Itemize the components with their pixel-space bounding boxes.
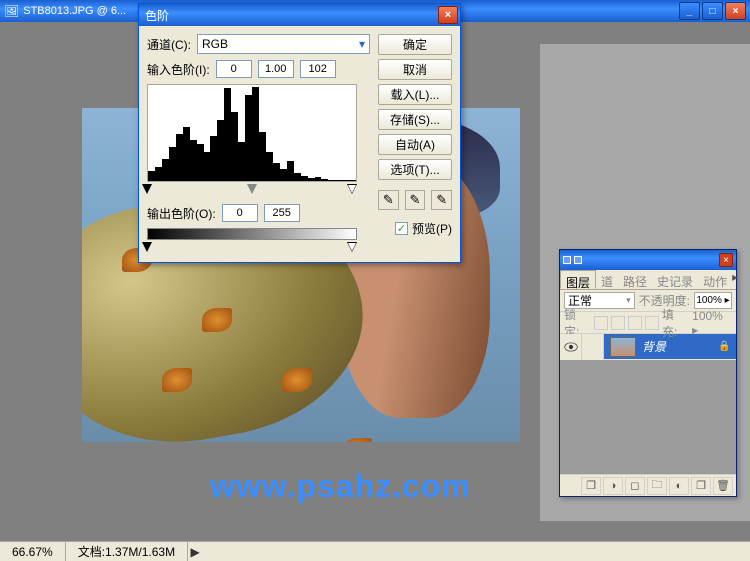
panel-tabs: 图层 道 路径 史记录 动作 ▸ bbox=[560, 270, 736, 290]
delete-layer-icon[interactable]: 🗑 bbox=[713, 477, 733, 495]
levels-dialog: 色阶 × 通道(C): RGB 输入色阶(I): bbox=[138, 3, 461, 263]
lock-all-icon[interactable] bbox=[645, 316, 659, 330]
image-content bbox=[282, 368, 312, 392]
input-black-field[interactable] bbox=[216, 60, 252, 78]
tab-layers[interactable]: 图层 bbox=[560, 270, 596, 289]
layer-row[interactable]: 背景 🔒 bbox=[560, 334, 736, 360]
layers-panel: × 图层 道 路径 史记录 动作 ▸ 正常 不透明度: 100% ▸ 锁定: 填… bbox=[559, 249, 737, 497]
status-arrow-icon[interactable]: ▶ bbox=[188, 545, 202, 559]
histogram-bars bbox=[148, 83, 356, 181]
input-gamma-field[interactable] bbox=[258, 60, 294, 78]
output-levels-label: 输出色阶(O): bbox=[147, 205, 216, 222]
layer-name[interactable]: 背景 bbox=[642, 338, 718, 355]
input-white-field[interactable] bbox=[300, 60, 336, 78]
lock-position-icon[interactable] bbox=[628, 316, 642, 330]
link-cell[interactable] bbox=[582, 334, 604, 360]
opacity-field[interactable]: 100% ▸ bbox=[694, 292, 732, 309]
white-eyedropper-icon[interactable]: ✎ bbox=[431, 190, 452, 210]
tab-channels[interactable]: 道 bbox=[596, 270, 618, 289]
visibility-toggle[interactable] bbox=[560, 334, 582, 360]
layer-style-icon[interactable]: ◑ bbox=[603, 477, 623, 495]
fill-label: 填充: bbox=[662, 306, 689, 340]
tab-actions[interactable]: 动作 bbox=[698, 270, 732, 289]
output-black-field[interactable] bbox=[222, 204, 258, 222]
lock-pixels-icon[interactable] bbox=[611, 316, 625, 330]
auto-button[interactable]: 自动(A) bbox=[378, 134, 452, 155]
image-content bbox=[342, 438, 372, 442]
output-black-slider[interactable] bbox=[142, 242, 152, 252]
image-content bbox=[162, 368, 192, 392]
histogram bbox=[147, 84, 357, 182]
status-bar: 66.67% 文档:1.37M/1.63M ▶ bbox=[0, 541, 750, 561]
lock-transparency-icon[interactable] bbox=[594, 316, 608, 330]
new-group-icon[interactable]: 🗀 bbox=[647, 477, 667, 495]
link-layers-icon[interactable]: ❐ bbox=[581, 477, 601, 495]
new-layer-icon[interactable]: ❐ bbox=[691, 477, 711, 495]
white-point-slider[interactable] bbox=[347, 184, 357, 194]
input-levels-label: 输入色阶(I): bbox=[147, 61, 210, 78]
panel-close-button[interactable]: × bbox=[719, 253, 733, 267]
tab-paths[interactable]: 路径 bbox=[618, 270, 652, 289]
layer-thumbnail[interactable] bbox=[610, 337, 636, 357]
black-point-slider[interactable] bbox=[142, 184, 152, 194]
gray-eyedropper-icon[interactable]: ✎ bbox=[405, 190, 426, 210]
minimize-button[interactable]: _ bbox=[679, 2, 700, 20]
layer-mask-icon[interactable]: ◻ bbox=[625, 477, 645, 495]
options-button[interactable]: 选项(T)... bbox=[378, 159, 452, 180]
preview-label: 预览(P) bbox=[412, 220, 452, 237]
save-button[interactable]: 存储(S)... bbox=[378, 109, 452, 130]
cancel-button[interactable]: 取消 bbox=[378, 59, 452, 80]
levels-close-button[interactable]: × bbox=[438, 6, 458, 24]
panel-menu-icon[interactable]: ▸ bbox=[732, 270, 738, 289]
eye-icon bbox=[564, 342, 578, 352]
panel-footer: ❐ ◑ ◻ 🗀 ◐ ❐ 🗑 bbox=[560, 474, 736, 496]
close-button[interactable]: × bbox=[725, 2, 746, 20]
adjustment-layer-icon[interactable]: ◐ bbox=[669, 477, 689, 495]
zoom-level[interactable]: 66.67% bbox=[0, 542, 66, 561]
ok-button[interactable]: 确定 bbox=[378, 34, 452, 55]
image-content bbox=[202, 308, 232, 332]
watermark-text: www.psahz.com bbox=[210, 468, 471, 505]
channel-value: RGB bbox=[202, 37, 228, 51]
output-white-field[interactable] bbox=[264, 204, 300, 222]
output-slider[interactable] bbox=[147, 242, 357, 254]
gamma-slider[interactable] bbox=[247, 184, 257, 194]
panel-collapse-icon[interactable] bbox=[563, 256, 571, 264]
app-icon: 🖼 bbox=[4, 4, 19, 18]
document-size[interactable]: 文档:1.37M/1.63M bbox=[66, 542, 188, 561]
preview-checkbox[interactable]: ✓ bbox=[395, 222, 408, 235]
panel-titlebar[interactable]: × bbox=[560, 250, 736, 270]
levels-title: 色阶 bbox=[145, 7, 438, 24]
channel-label: 通道(C): bbox=[147, 36, 191, 53]
channel-dropdown[interactable]: RGB bbox=[197, 34, 370, 54]
fill-field[interactable]: 100% ▸ bbox=[692, 309, 732, 337]
tab-history[interactable]: 史记录 bbox=[652, 270, 698, 289]
output-white-slider[interactable] bbox=[347, 242, 357, 252]
black-eyedropper-icon[interactable]: ✎ bbox=[378, 190, 399, 210]
output-gradient bbox=[147, 228, 357, 240]
load-button[interactable]: 载入(L)... bbox=[378, 84, 452, 105]
levels-titlebar[interactable]: 色阶 × bbox=[139, 4, 460, 26]
maximize-button[interactable]: □ bbox=[702, 2, 723, 20]
layer-list: 背景 🔒 bbox=[560, 334, 736, 474]
panel-minimize-icon[interactable] bbox=[574, 256, 582, 264]
lock-icon: 🔒 bbox=[718, 341, 730, 352]
input-slider[interactable] bbox=[147, 184, 357, 196]
